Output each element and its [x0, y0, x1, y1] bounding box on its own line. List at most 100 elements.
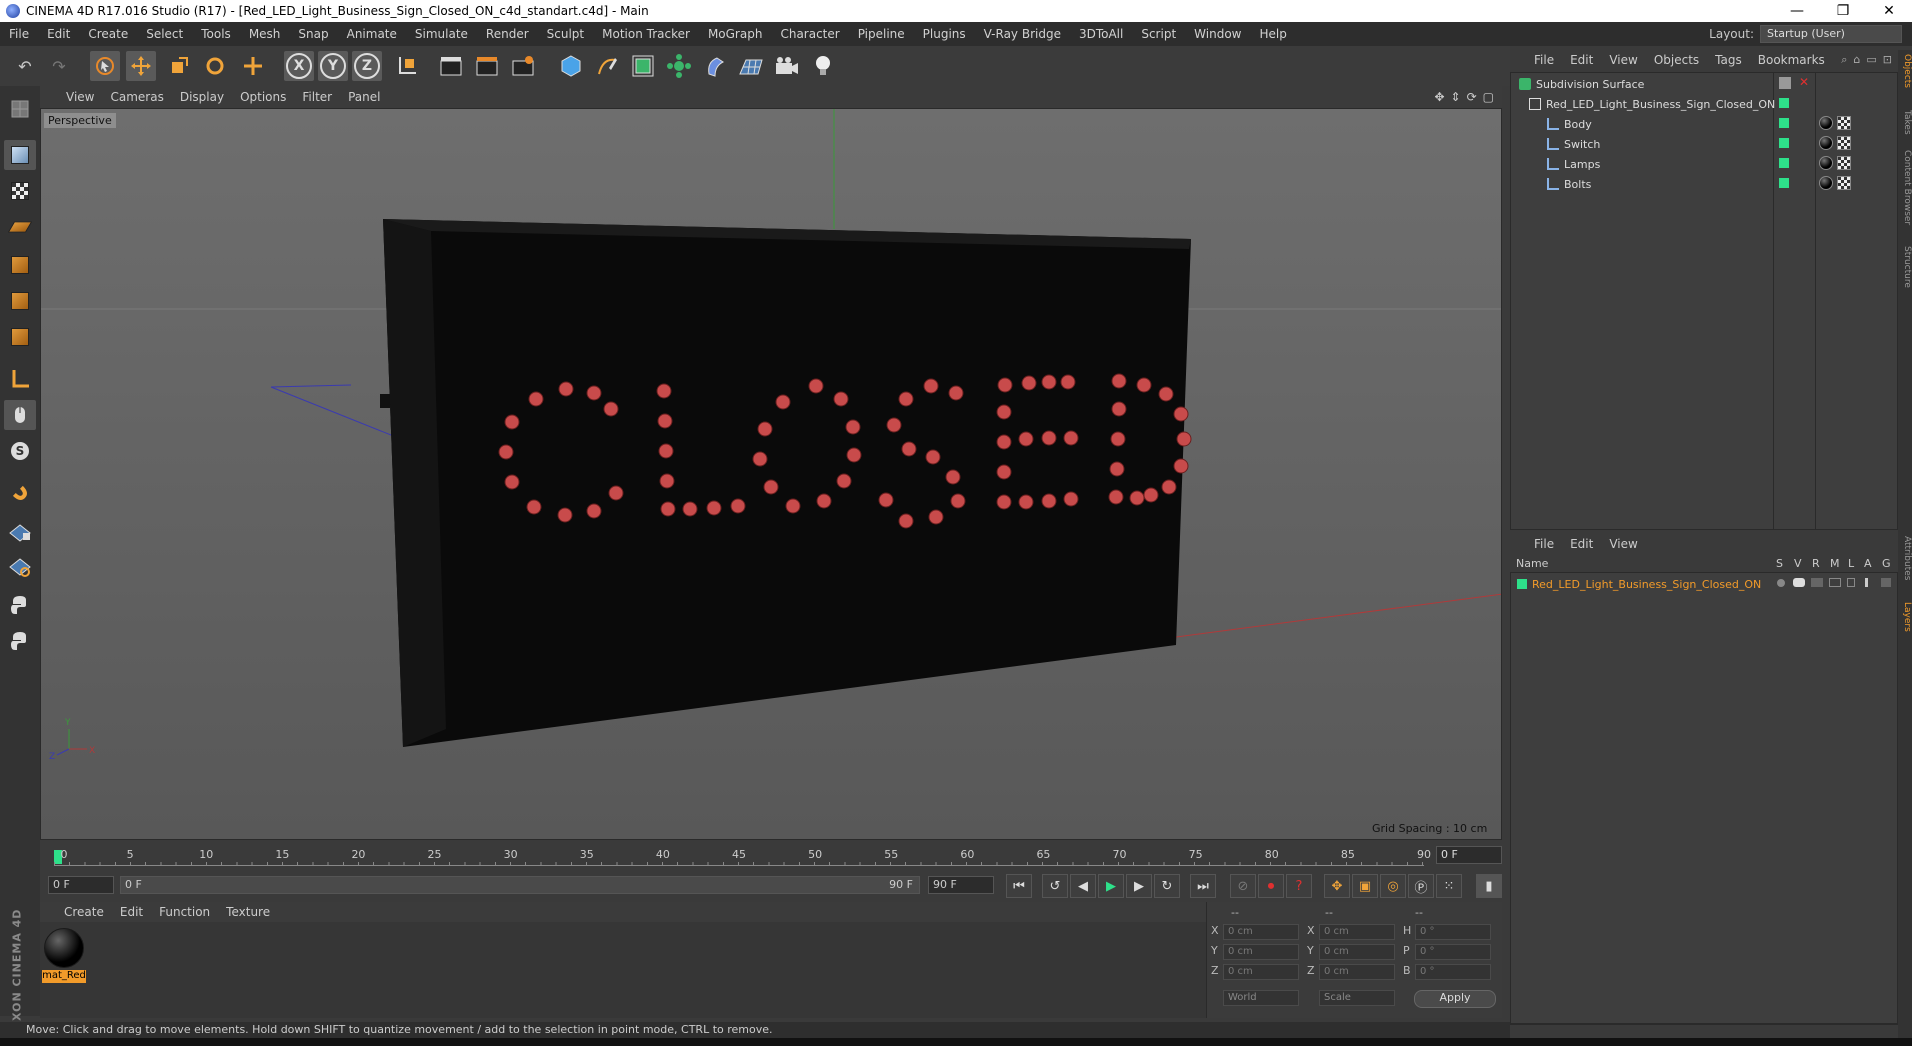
- layer-color-chip[interactable]: [1779, 158, 1789, 168]
- material-tag-icon[interactable]: [1819, 116, 1833, 130]
- polygons-mode-button[interactable]: [4, 322, 36, 352]
- layer-animation-toggle[interactable]: [1865, 578, 1868, 587]
- menu-script[interactable]: Script: [1132, 27, 1185, 41]
- frame-range-slider[interactable]: 0 F 90 F: [120, 876, 920, 894]
- points-mode-button[interactable]: [4, 250, 36, 280]
- viewport-menu-filter[interactable]: Filter: [294, 90, 340, 104]
- snap-button[interactable]: [4, 478, 36, 508]
- tab-content-browser[interactable]: Content Browser: [1898, 150, 1912, 225]
- coord-size-z-field[interactable]: 0 cm: [1319, 964, 1395, 980]
- material-tag-icon[interactable]: [1819, 176, 1833, 190]
- tweak-mode-button[interactable]: [4, 400, 36, 430]
- viewport-menu-options[interactable]: Options: [232, 90, 294, 104]
- cube-primitive-button[interactable]: [556, 51, 586, 81]
- floor-button[interactable]: [736, 51, 766, 81]
- next-key-button[interactable]: ↻: [1154, 874, 1180, 898]
- scale-key-button[interactable]: ▣: [1352, 874, 1378, 898]
- menu-select[interactable]: Select: [137, 27, 192, 41]
- menu-animate[interactable]: Animate: [338, 27, 406, 41]
- minimize-button[interactable]: —: [1774, 3, 1820, 19]
- record-keys-button[interactable]: ⊘: [1230, 874, 1256, 898]
- size-mode-select[interactable]: Scale: [1319, 990, 1395, 1006]
- rotate-view-icon[interactable]: ⟳: [1467, 90, 1477, 104]
- apply-button[interactable]: Apply: [1414, 990, 1496, 1008]
- texture-tag-icon[interactable]: [1837, 156, 1851, 170]
- python-script-button-1[interactable]: [4, 590, 36, 620]
- redo-button[interactable]: ↷: [44, 51, 74, 81]
- coord-size-y-field[interactable]: 0 cm: [1319, 944, 1395, 960]
- zoom-view-icon[interactable]: ⇕: [1451, 90, 1461, 104]
- coord-pos-z-field[interactable]: 0 cm: [1223, 964, 1299, 980]
- menu-create[interactable]: Create: [79, 27, 137, 41]
- next-frame-button[interactable]: ▶: [1126, 874, 1152, 898]
- workplane-lock-button[interactable]: [4, 516, 36, 546]
- play-button[interactable]: ▶: [1098, 874, 1124, 898]
- menu-mesh[interactable]: Mesh: [240, 27, 290, 41]
- om-menu-edit[interactable]: Edit: [1562, 53, 1601, 67]
- material-tag-icon[interactable]: [1819, 156, 1833, 170]
- menu-snap[interactable]: Snap: [289, 27, 337, 41]
- cloner-button[interactable]: [664, 51, 694, 81]
- layer-visibility-eye-icon[interactable]: [1793, 578, 1805, 587]
- recent-tool-button[interactable]: [238, 51, 268, 81]
- parameter-key-button[interactable]: Ⓟ: [1408, 874, 1434, 898]
- camera-button[interactable]: [772, 51, 802, 81]
- texture-tag-icon[interactable]: [1837, 176, 1851, 190]
- menu-sculpt[interactable]: Sculpt: [538, 27, 593, 41]
- subdivision-disabled-icon[interactable]: ✕: [1799, 75, 1809, 89]
- tab-takes[interactable]: Takes: [1898, 110, 1912, 135]
- lm-menu-edit[interactable]: Edit: [1562, 537, 1601, 551]
- layer-row[interactable]: Red_LED_Light_Business_Sign_Closed_ON: [1517, 575, 1761, 593]
- subdivision-visibility-icon[interactable]: [1779, 77, 1791, 89]
- move-tool-button[interactable]: [126, 51, 156, 81]
- coord-rot-p-field[interactable]: 0 °: [1415, 944, 1491, 960]
- lock-icon[interactable]: ⊡: [1883, 53, 1892, 67]
- viewport-menu-view[interactable]: View: [58, 90, 102, 104]
- menu-mograph[interactable]: MoGraph: [699, 27, 772, 41]
- light-button[interactable]: [808, 51, 838, 81]
- timeline-layout-button[interactable]: ▮: [1476, 874, 1502, 898]
- menu-plugins[interactable]: Plugins: [914, 27, 975, 41]
- previous-frame-button[interactable]: ◀: [1070, 874, 1096, 898]
- menu-window[interactable]: Window: [1185, 27, 1250, 41]
- object-row-subdivision-surface[interactable]: Subdivision Surface: [1519, 75, 1644, 93]
- menu-file[interactable]: File: [0, 27, 38, 41]
- menu-3dtoall[interactable]: 3DToAll: [1070, 27, 1132, 41]
- undo-button[interactable]: ↶: [10, 51, 40, 81]
- object-row-sign-root[interactable]: Red_LED_Light_Business_Sign_Closed_ON: [1529, 95, 1775, 113]
- tab-structure[interactable]: Structure: [1898, 246, 1912, 288]
- menu-motion-tracker[interactable]: Motion Tracker: [593, 27, 699, 41]
- make-editable-button[interactable]: [4, 94, 36, 124]
- previous-key-button[interactable]: ↺: [1042, 874, 1068, 898]
- model-mode-button[interactable]: [4, 140, 36, 170]
- om-menu-tags[interactable]: Tags: [1707, 53, 1750, 67]
- axis-mode-button[interactable]: [4, 364, 36, 394]
- perspective-viewport[interactable]: Y X Z: [40, 108, 1502, 840]
- material-menu-edit[interactable]: Edit: [112, 905, 151, 919]
- z-axis-lock-button[interactable]: Z: [352, 51, 382, 81]
- edges-mode-button[interactable]: [4, 286, 36, 316]
- texture-tag-icon[interactable]: [1837, 116, 1851, 130]
- menu-render[interactable]: Render: [477, 27, 538, 41]
- deformer-button[interactable]: [700, 51, 730, 81]
- lm-menu-file[interactable]: File: [1526, 537, 1562, 551]
- coord-pos-y-field[interactable]: 0 cm: [1223, 944, 1299, 960]
- texture-mode-button[interactable]: [4, 176, 36, 206]
- x-axis-lock-button[interactable]: X: [284, 51, 314, 81]
- lm-menu-view[interactable]: View: [1601, 537, 1645, 551]
- layer-color-chip[interactable]: [1779, 178, 1789, 188]
- tab-attributes[interactable]: Attributes: [1898, 536, 1912, 580]
- tab-layers[interactable]: Layers: [1898, 602, 1912, 632]
- layer-manager-scrollbar[interactable]: [1510, 1024, 1898, 1036]
- end-frame-field[interactable]: 90 F: [928, 876, 994, 894]
- maximize-view-icon[interactable]: ▢: [1483, 90, 1494, 104]
- render-settings-button[interactable]: [508, 51, 538, 81]
- om-menu-bookmarks[interactable]: Bookmarks: [1750, 53, 1833, 67]
- layer-lock-icon[interactable]: [1847, 578, 1855, 587]
- menu-help[interactable]: Help: [1250, 27, 1295, 41]
- layer-color-chip[interactable]: [1779, 138, 1789, 148]
- object-row-body[interactable]: Body: [1547, 115, 1592, 133]
- home-icon[interactable]: ⌂: [1853, 53, 1860, 67]
- go-to-start-button[interactable]: ⏮: [1006, 874, 1032, 898]
- menu-simulate[interactable]: Simulate: [406, 27, 477, 41]
